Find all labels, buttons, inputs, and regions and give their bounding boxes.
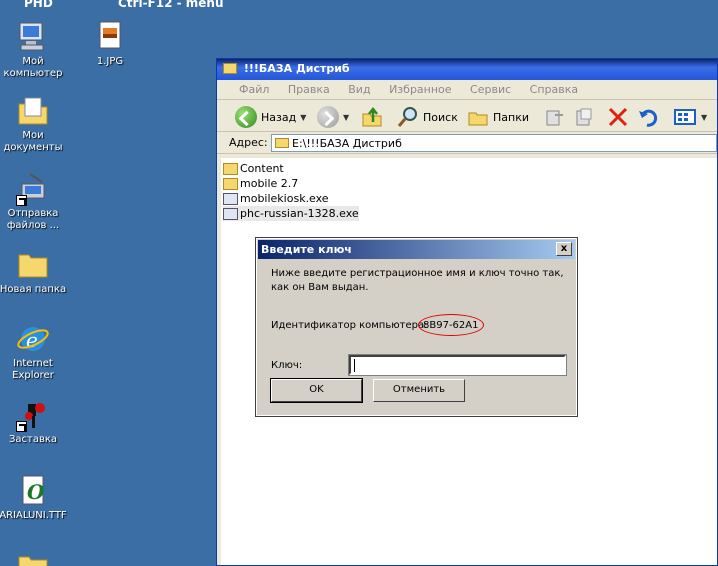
views-icon xyxy=(674,109,696,125)
desktop-icon-label: Заставка xyxy=(8,434,58,445)
screensaver-icon xyxy=(16,398,50,432)
move-to-button[interactable] xyxy=(543,106,565,128)
close-button[interactable]: x xyxy=(556,242,572,256)
up-folder-button[interactable] xyxy=(361,106,383,128)
enter-key-dialog: Введите ключ x Ниже введите регистрацион… xyxy=(255,237,578,417)
menu-help[interactable]: Справка xyxy=(530,83,578,96)
desktop-icon-label: Мой компьютер xyxy=(3,56,63,79)
search-button[interactable]: Поиск xyxy=(397,106,458,128)
move-to-icon xyxy=(546,110,563,126)
desktop-icon-label: Мои документы xyxy=(3,130,63,153)
back-button[interactable]: Назад ▼ xyxy=(235,106,306,128)
cancel-button[interactable]: Отменить xyxy=(373,379,465,402)
file-name: phc-russian-1328.exe xyxy=(240,207,359,220)
explorer-title: !!!БАЗА Дистриб xyxy=(243,62,350,75)
desktop-icon-font-file[interactable]: O ARIALUNI.TTF xyxy=(0,474,69,522)
top-left-text: PHD xyxy=(24,0,53,10)
address-label: Адрес: xyxy=(229,136,268,149)
menu-favorites[interactable]: Избранное xyxy=(389,83,451,96)
font-file-icon: O xyxy=(16,474,50,508)
desktop-icon-label: 1.JPG xyxy=(96,56,124,67)
forward-button[interactable]: ▼ xyxy=(317,106,349,128)
search-label: Поиск xyxy=(423,110,458,124)
image-file-icon xyxy=(93,20,127,54)
desktop-icon-internet-explorer[interactable]: e Internet Explorer xyxy=(0,322,69,382)
svg-text:O: O xyxy=(27,480,45,504)
exe-file-icon xyxy=(223,207,238,220)
undo-icon xyxy=(639,109,658,127)
desktop-icon-label: Internet Explorer xyxy=(12,358,54,381)
folder-icon xyxy=(275,138,289,148)
folder-icon xyxy=(223,63,237,74)
computer-id-label: Идентификатор компьютера: xyxy=(271,320,428,331)
explorer-title-bar[interactable]: !!!БАЗА Дистриб xyxy=(217,59,717,80)
dialog-title: Введите ключ xyxy=(261,243,352,256)
send-files-icon xyxy=(16,172,50,206)
desktop-icon-folder-partial[interactable] xyxy=(0,550,69,566)
dialog-title-bar[interactable]: Введите ключ x xyxy=(258,240,575,259)
exe-file-icon xyxy=(223,192,238,205)
folder-icon xyxy=(16,550,50,566)
folder-icon xyxy=(16,248,50,282)
address-bar: Адрес: E:\!!!БАЗА Дистриб xyxy=(217,132,717,154)
views-button[interactable]: ▼ xyxy=(673,106,707,128)
desktop-icon-send-files[interactable]: Отправка файлов ... xyxy=(0,172,69,232)
menu-file[interactable]: Файл xyxy=(239,83,269,96)
undo-button[interactable] xyxy=(637,106,659,128)
menu-edit[interactable]: Правка xyxy=(288,83,330,96)
shortcut-arrow-icon xyxy=(16,195,27,206)
top-center-text: Ctrl-F12 - menu xyxy=(118,0,224,10)
list-item[interactable]: Content xyxy=(223,161,284,176)
top-strip: PHD Ctrl-F12 - menu xyxy=(0,0,718,10)
menu-tools[interactable]: Сервис xyxy=(470,83,511,96)
file-name: mobilekiosk.exe xyxy=(240,192,329,205)
delete-x-icon xyxy=(608,107,628,127)
list-item[interactable]: mobile 2.7 xyxy=(223,176,298,191)
desktop-icon-label: Новая папка xyxy=(0,284,67,295)
back-label: Назад xyxy=(261,110,297,124)
key-label: Ключ: xyxy=(271,360,303,371)
ok-button[interactable]: OK xyxy=(270,378,363,403)
folder-icon xyxy=(223,177,238,190)
desktop-icon-jpg[interactable]: 1.JPG xyxy=(74,20,146,68)
file-name: Content xyxy=(240,162,284,175)
search-icon xyxy=(397,107,417,127)
dialog-instruction: Ниже введите регистрационное имя и ключ … xyxy=(271,268,564,293)
back-arrow-icon xyxy=(235,106,257,128)
address-value: E:\!!!БАЗА Дистриб xyxy=(292,137,402,150)
folders-button[interactable]: Папки xyxy=(467,106,529,128)
explorer-menubar: Файл Правка Вид Избранное Сервис Справка xyxy=(217,80,717,100)
shortcut-arrow-icon xyxy=(16,421,27,432)
desktop-icon-my-documents[interactable]: Мои документы xyxy=(0,94,69,154)
list-item[interactable]: mobilekiosk.exe xyxy=(223,191,329,206)
internet-explorer-icon: e xyxy=(16,322,50,356)
delete-button[interactable] xyxy=(607,106,629,128)
desktop-icon-label: Отправка файлов ... xyxy=(6,208,60,231)
chevron-down-icon: ▼ xyxy=(343,112,350,122)
file-name: mobile 2.7 xyxy=(240,177,299,190)
forward-arrow-icon xyxy=(317,106,339,128)
desktop-icon-new-folder[interactable]: Новая папка xyxy=(0,248,69,296)
explorer-toolbar: Назад ▼ ▼ Поиск Папки ▼ xyxy=(217,100,717,132)
copy-to-icon xyxy=(576,108,592,126)
desktop-icon-my-computer[interactable]: Мой компьютер xyxy=(0,20,69,80)
red-annotation-circle xyxy=(418,314,484,336)
desktop-icon-label: ARIALUNI.TTF xyxy=(0,510,67,521)
address-input[interactable]: E:\!!!БАЗА Дистриб xyxy=(271,134,717,152)
folders-label: Папки xyxy=(493,110,529,124)
menu-view[interactable]: Вид xyxy=(348,83,370,96)
desktop-icon-screensaver[interactable]: Заставка xyxy=(0,398,69,446)
folders-icon xyxy=(468,112,488,126)
folder-icon xyxy=(223,162,238,175)
up-folder-icon xyxy=(362,106,382,127)
my-documents-icon xyxy=(16,94,50,128)
key-input[interactable] xyxy=(348,354,567,376)
my-computer-icon xyxy=(16,20,50,54)
list-item[interactable]: phc-russian-1328.exe xyxy=(223,206,359,221)
copy-to-button[interactable] xyxy=(573,106,595,128)
chevron-down-icon: ▼ xyxy=(300,112,307,122)
chevron-down-icon: ▼ xyxy=(701,112,708,122)
